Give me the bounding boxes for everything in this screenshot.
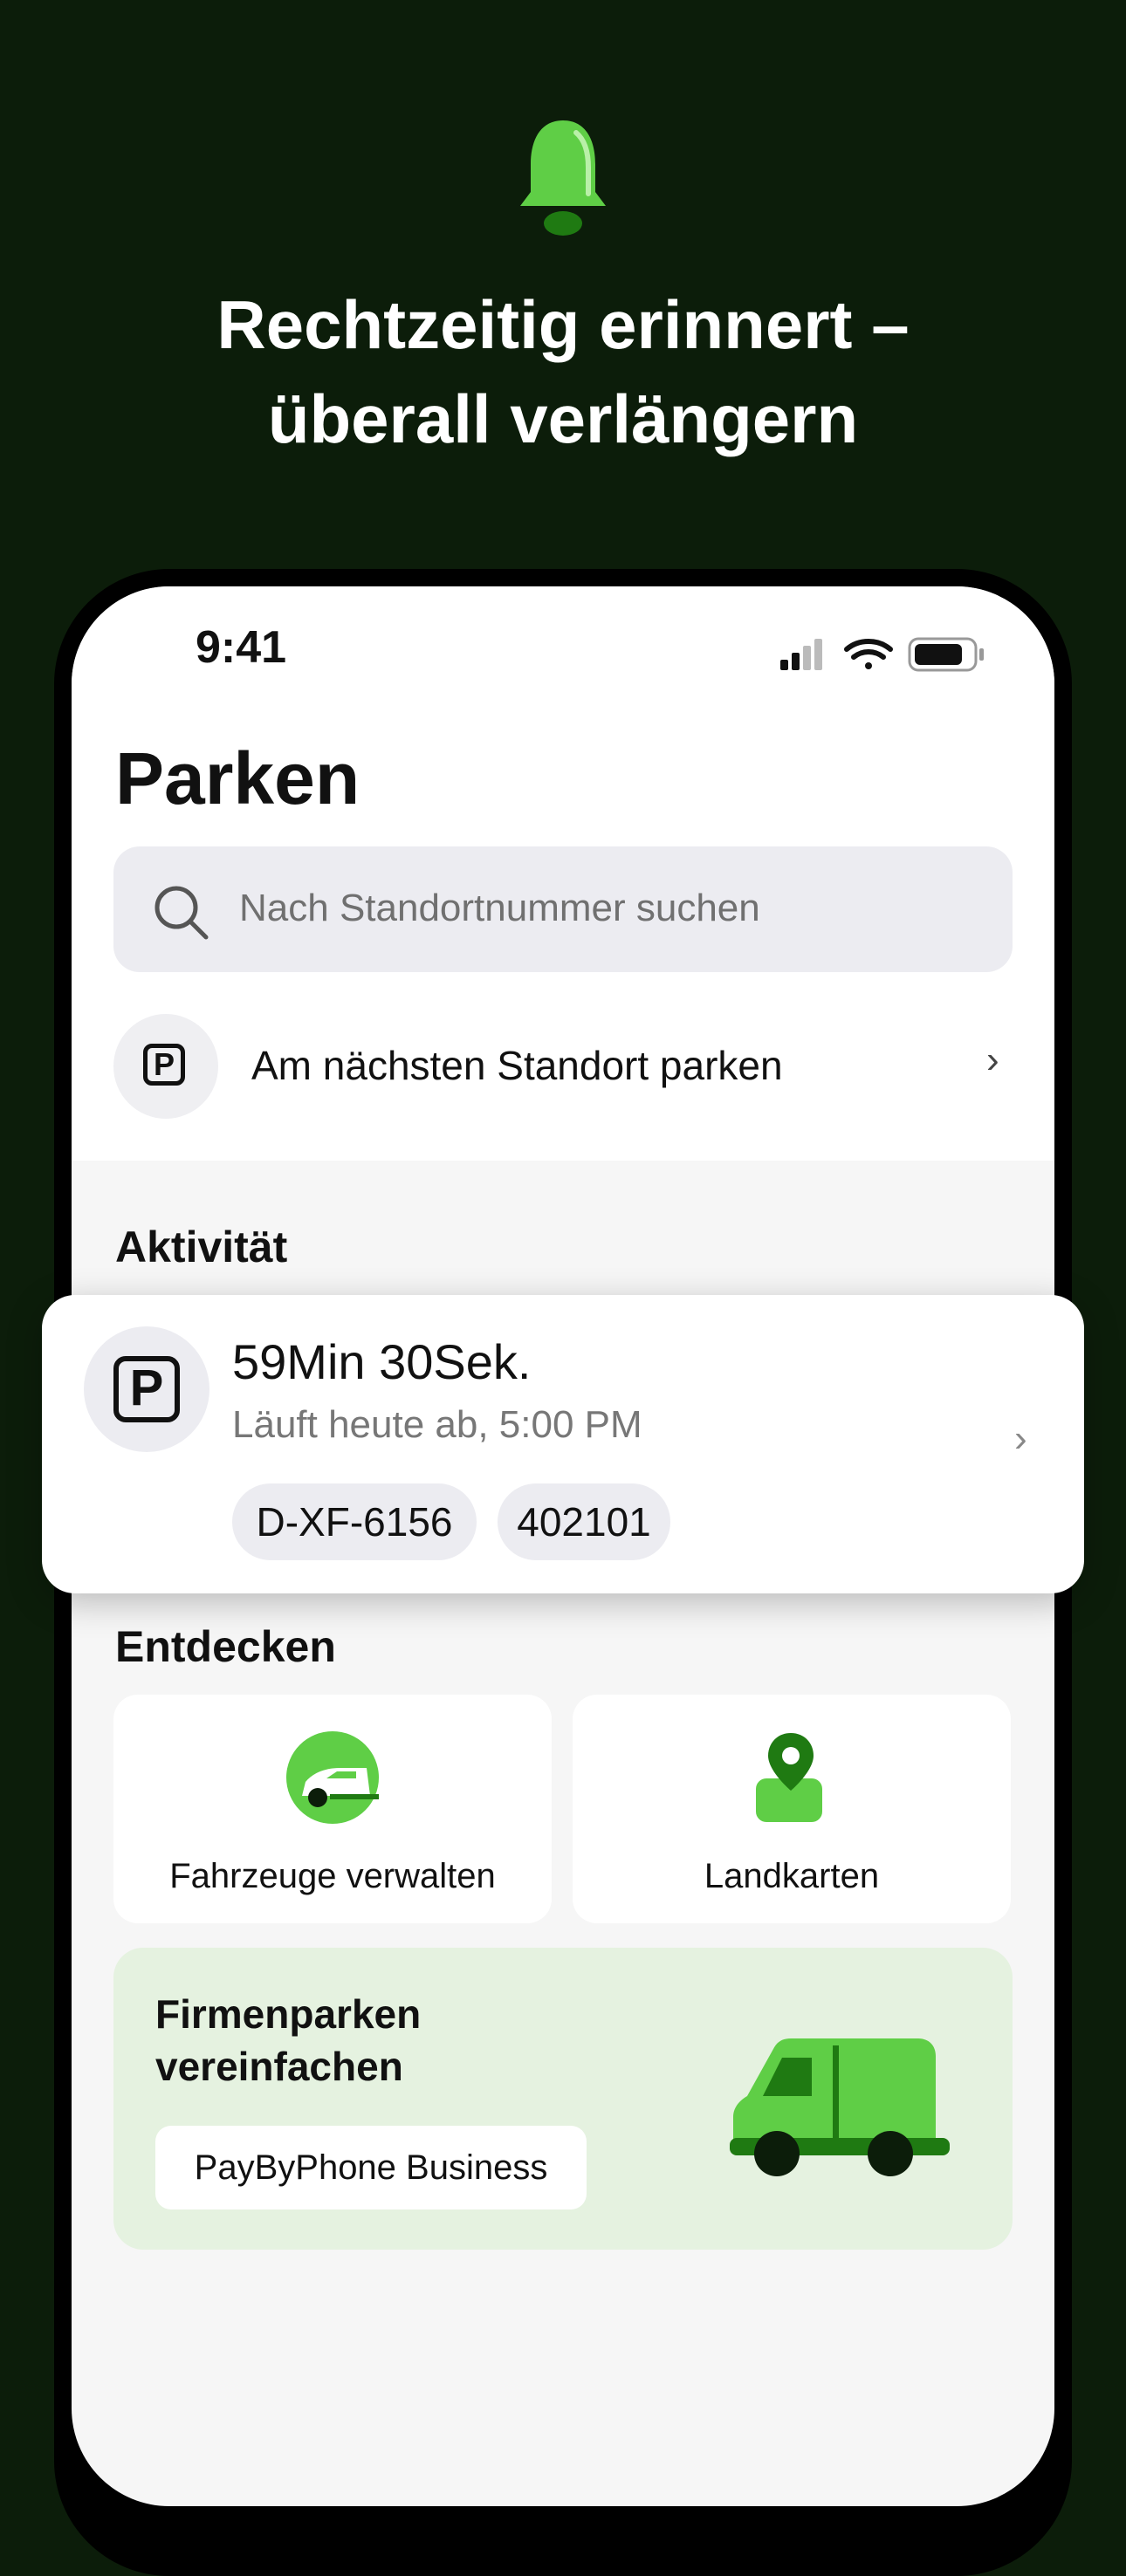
wifi-icon <box>844 639 893 669</box>
van-icon <box>730 2038 950 2176</box>
status-time: 9:41 <box>196 622 287 673</box>
paybyphone-business-button[interactable]: PayByPhone Business <box>155 2126 587 2209</box>
parking-icon: P <box>113 1014 218 1119</box>
search-icon <box>154 886 209 940</box>
promo-title: Firmenparken vereinfachen <box>155 1988 421 2093</box>
search-bar[interactable]: Nach Standortnummer suchen <box>113 846 1013 972</box>
chevron-right-icon: › <box>986 1038 999 1081</box>
remaining-time: 59Min 30Sek. <box>232 1334 532 1389</box>
parking-icon: P <box>84 1326 209 1452</box>
promo-title-line-2: vereinfachen <box>155 2044 403 2089</box>
search-placeholder: Nach Standortnummer suchen <box>239 887 760 929</box>
activity-title: Aktivität <box>115 1223 288 1271</box>
tile-maps[interactable]: Landkarten <box>573 1695 1011 1923</box>
tile-label-vehicles: Fahrzeuge verwalten <box>169 1857 496 1895</box>
status-icons <box>780 637 984 672</box>
tile-label-maps: Landkarten <box>704 1857 880 1895</box>
bell-icon <box>520 120 606 236</box>
hero-title: Rechtzeitig erinnert – überall verlänger… <box>0 277 1126 466</box>
car-icon <box>286 1731 379 1824</box>
battery-icon <box>908 637 984 672</box>
page-title: Parken <box>115 737 360 819</box>
hero-title-line-1: Rechtzeitig erinnert – <box>216 286 910 363</box>
location-number-chip: 402101 <box>498 1483 670 1560</box>
map-pin-icon <box>756 1733 822 1822</box>
hero-title-line-2: überall verlängern <box>267 380 859 457</box>
active-parking-card[interactable]: P 59Min 30Sek. Läuft heute ab, 5:00 PM D… <box>42 1295 1084 1593</box>
park-nearest-label: Am nächsten Standort parken <box>251 1043 783 1088</box>
chevron-right-icon: › <box>1014 1417 1027 1460</box>
tile-manage-vehicles[interactable]: Fahrzeuge verwalten <box>113 1695 552 1923</box>
cellular-signal-icon <box>780 639 822 670</box>
promo-title-line-1: Firmenparken <box>155 1991 422 2037</box>
park-nearest-location-row[interactable]: P Am nächsten Standort parken › <box>113 1014 1013 1122</box>
expiry-text: Läuft heute ab, 5:00 PM <box>232 1403 642 1446</box>
discover-title: Entdecken <box>115 1622 336 1671</box>
license-plate-chip: D-XF-6156 <box>232 1483 477 1560</box>
business-promo-card[interactable]: Firmenparken vereinfachen PayByPhone Bus… <box>113 1948 1013 2250</box>
